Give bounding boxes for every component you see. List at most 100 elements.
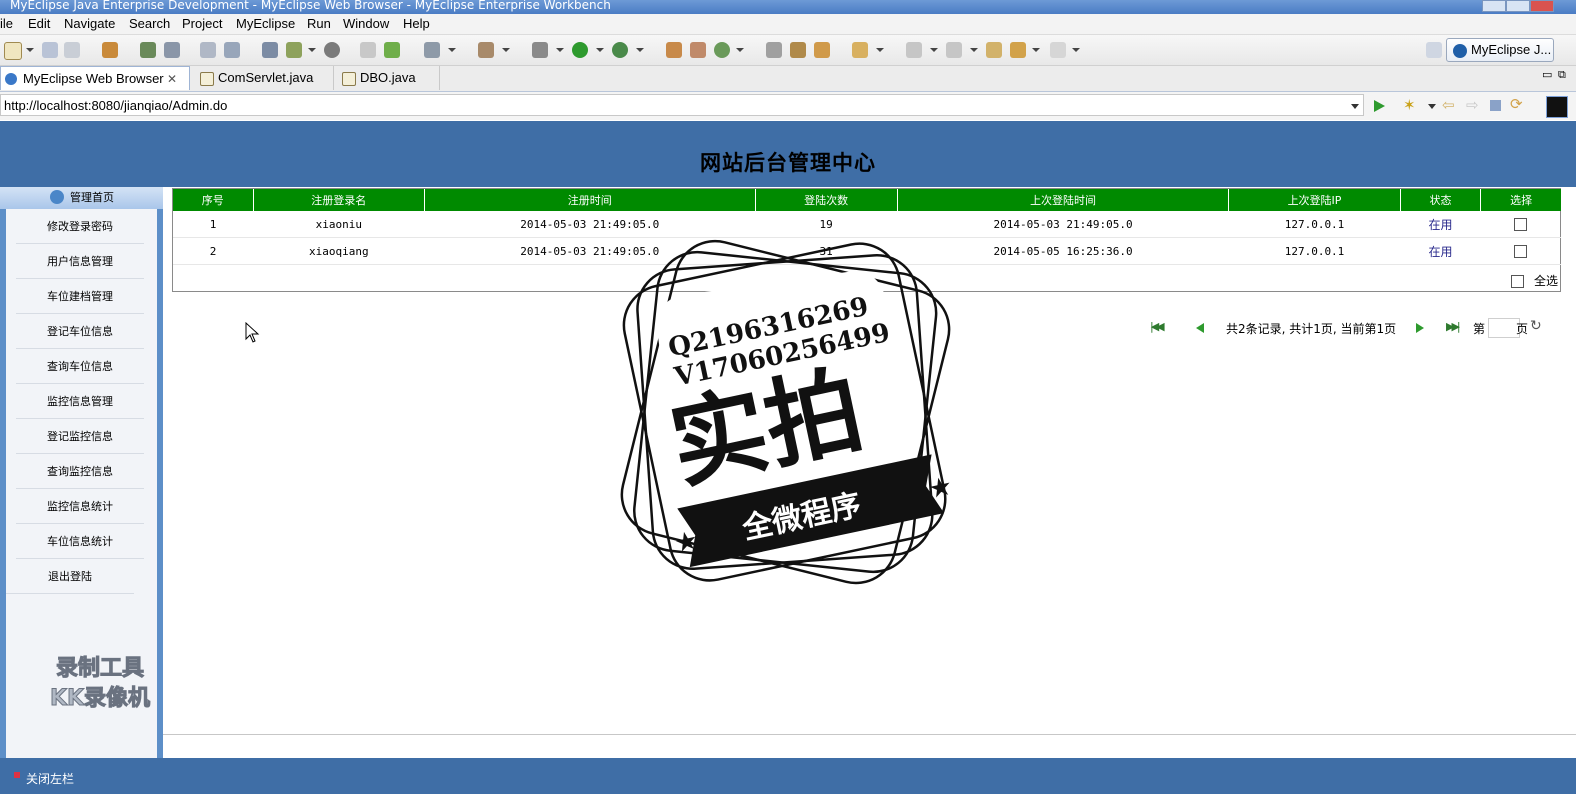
new-package-icon[interactable] [690,42,706,58]
server-icon[interactable] [164,42,180,58]
minimize-button[interactable] [1482,0,1506,12]
next-page-icon[interactable] [1416,323,1424,333]
open-resource-icon[interactable] [790,42,806,58]
menu-search[interactable]: Search [129,16,170,31]
refresh-icon[interactable] [714,42,730,58]
perspective-switcher[interactable]: MyEclipse J... [1446,38,1554,62]
chevron-down-icon[interactable] [1072,48,1080,52]
undeploy-icon[interactable] [224,42,240,58]
refresh-icon[interactable]: ⟳ [1510,95,1523,113]
chevron-down-icon[interactable] [1032,48,1040,52]
row-select-checkbox[interactable] [1514,244,1528,258]
deploy-icon[interactable] [200,42,216,58]
menu-myeclipse[interactable]: MyEclipse [236,16,295,31]
status-badge[interactable]: 在用 [1429,218,1453,232]
row-select-checkbox[interactable] [1514,217,1528,231]
chevron-down-icon[interactable] [636,48,644,52]
globe-icon[interactable] [324,42,340,58]
last-page-icon[interactable]: ▶▶| [1446,320,1461,333]
close-left-panel-link[interactable]: 关闭左栏 [26,770,74,787]
tab-web-browser[interactable]: MyEclipse Web Browser ✕ [0,66,190,90]
chevron-down-icon[interactable] [1351,104,1359,109]
sidebar-item-monitor-statistics[interactable]: 监控信息统计 [16,490,144,524]
menu-run[interactable]: Run [307,16,331,31]
chevron-down-icon[interactable] [502,48,510,52]
sidebar-item-query-monitor[interactable]: 查询监控信息 [16,455,144,489]
sidebar-item-parking-statistics[interactable]: 车位信息统计 [16,525,144,559]
stop-icon[interactable] [1490,100,1501,111]
debug-config-icon[interactable] [140,42,156,58]
previous-annotation-icon[interactable] [946,42,962,58]
browser-icon[interactable] [478,42,494,58]
minimize-view-icon[interactable]: ▭ [1542,68,1552,81]
folder-open-icon[interactable] [852,42,868,58]
open-icon[interactable] [360,42,376,58]
forward-icon[interactable]: ⇨ [1466,96,1479,114]
last-edit-icon[interactable] [986,42,1002,58]
sidebar-item-parking-archive[interactable]: 车位建档管理 [16,280,144,314]
close-icon[interactable]: ✕ [167,67,177,91]
url-input[interactable]: http://localhost:8080/jianqiao/Admin.do [0,94,1364,116]
status-badge[interactable]: 在用 [1429,245,1453,259]
tab-dbo[interactable]: DBO.java [338,66,440,90]
forward-icon[interactable] [1050,42,1066,58]
chevron-down-icon[interactable] [448,48,456,52]
chevron-down-icon[interactable] [596,48,604,52]
first-page-icon[interactable]: |◀◀ [1150,320,1165,333]
sidebar-item-change-password[interactable]: 修改登录密码 [16,210,144,244]
menu-help[interactable]: Help [403,16,430,31]
sidebar-item-logout[interactable]: 退出登陆 [6,560,134,594]
select-all-checkbox[interactable] [1511,275,1525,288]
chevron-down-icon[interactable] [1428,104,1436,109]
sidebar-header[interactable]: 管理首页 [0,187,163,209]
menu-window[interactable]: Window [343,16,389,31]
save-icon[interactable] [42,42,58,58]
recorder-watermark: 录制工具 KK录像机 [30,650,170,714]
back-icon[interactable]: ⇦ [1442,96,1455,114]
menu-navigate[interactable]: Navigate [64,16,115,31]
new-class-icon[interactable] [666,42,682,58]
external-tools-icon[interactable] [612,42,628,58]
chevron-down-icon[interactable] [930,48,938,52]
sidebar-item-user-management[interactable]: 用户信息管理 [16,245,144,279]
maximize-view-icon[interactable]: ⧉ [1558,68,1566,82]
column-header: 注册时间 [424,189,756,211]
chevron-down-icon[interactable] [736,48,744,52]
maximize-button[interactable] [1506,0,1530,12]
select-all[interactable]: 全选 [1511,272,1558,289]
chevron-down-icon[interactable] [556,48,564,52]
chevron-down-icon[interactable] [970,48,978,52]
new-project-icon[interactable] [262,42,278,58]
menu-file[interactable]: ile [0,16,13,31]
sidebar-item-monitor-management[interactable]: 监控信息管理 [16,385,144,419]
new-icon[interactable] [4,42,22,60]
open-perspective-icon[interactable] [1426,42,1442,58]
go-icon[interactable] [1374,100,1385,112]
new-file-icon[interactable] [286,42,302,58]
sidebar-item-register-monitor[interactable]: 登记监控信息 [16,420,144,454]
menu-project[interactable]: Project [182,16,222,31]
chevron-down-icon[interactable] [26,48,34,52]
go-page-icon[interactable]: ↻ [1530,318,1542,334]
folder-icon[interactable] [814,42,830,58]
tab-comservlet[interactable]: ComServlet.java [196,66,334,90]
sidebar-item-query-parking[interactable]: 查询车位信息 [16,350,144,384]
open-type-icon[interactable] [766,42,782,58]
run-icon[interactable] [572,42,588,58]
save-all-icon[interactable] [64,42,80,58]
bug-icon[interactable] [532,42,548,58]
add-icon[interactable] [384,42,400,58]
sidebar-item-register-parking[interactable]: 登记车位信息 [16,315,144,349]
back-icon[interactable] [1010,42,1026,58]
console-icon[interactable] [1546,96,1568,118]
cell-last-login-ip: 127.0.0.1 [1228,211,1401,238]
previous-page-icon[interactable] [1196,323,1204,333]
favorites-icon[interactable]: ✶ [1403,96,1416,114]
screen-icon[interactable] [424,42,440,58]
chevron-down-icon[interactable] [876,48,884,52]
package-icon[interactable] [102,42,118,58]
next-annotation-icon[interactable] [906,42,922,58]
menu-edit[interactable]: Edit [28,16,50,31]
chevron-down-icon[interactable] [308,48,316,52]
close-window-button[interactable] [1530,0,1554,12]
